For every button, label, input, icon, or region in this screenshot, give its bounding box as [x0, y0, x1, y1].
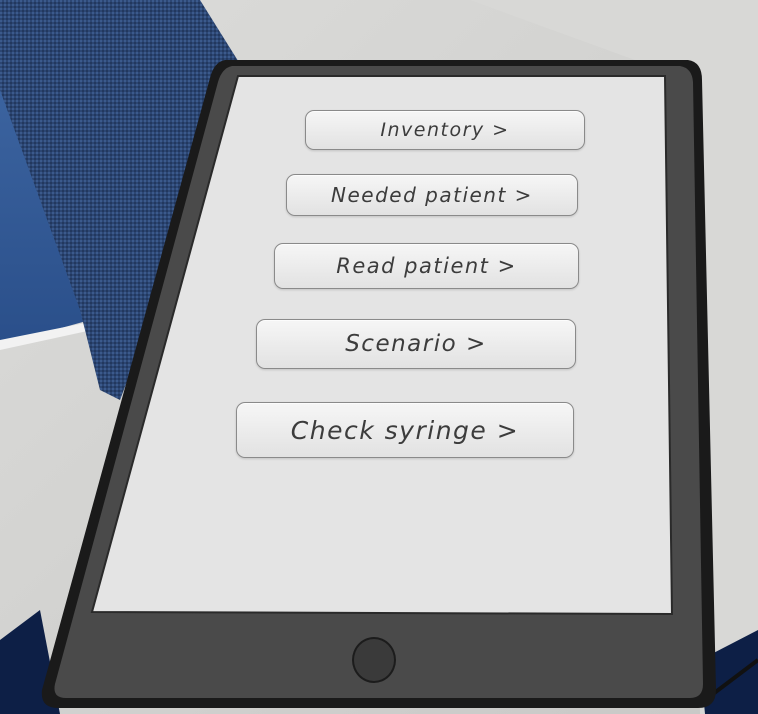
- scenario-button[interactable]: Scenario >: [256, 319, 576, 369]
- read-patient-button[interactable]: Read patient >: [274, 243, 579, 289]
- home-button-icon[interactable]: [352, 637, 396, 683]
- game-scene: Inventory > Needed patient > Read patien…: [0, 0, 758, 714]
- inventory-button[interactable]: Inventory >: [305, 110, 585, 150]
- check-syringe-button[interactable]: Check syringe >: [236, 402, 574, 458]
- needed-patient-button[interactable]: Needed patient >: [286, 174, 578, 216]
